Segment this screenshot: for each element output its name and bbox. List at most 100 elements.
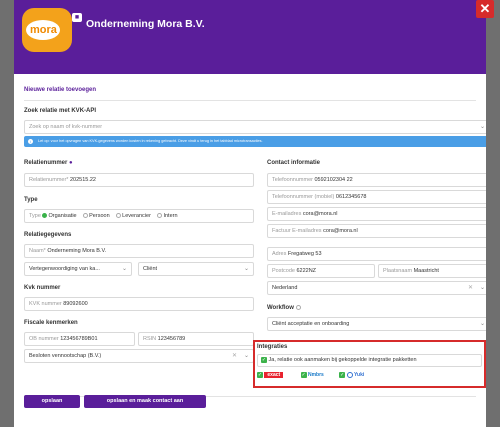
relatienummer-label: Relatienummer ● [24,160,73,166]
relatiegegevens-label: Relatiegegevens [24,232,72,238]
chevron-down-icon[interactable]: ⌄ [480,282,485,294]
ob-number-field[interactable]: OB nummer 123456789B01 [24,332,135,346]
chevron-down-icon[interactable]: ⌄ [122,263,127,275]
invoice-email-field[interactable]: Factuur E-mailadres cora@mora.nl [267,224,486,238]
yuki-logo: Yuki [353,372,365,379]
save-button[interactable]: opslaan [24,395,80,408]
address-field[interactable]: Adres Fregatweg 53 [267,247,486,261]
kvk-api-label: Zoek relatie met KVK-API [24,108,97,114]
modal-header: mora ■ Onderneming Mora B.V. [14,0,486,74]
radio-leverancier[interactable]: Leverancier [116,210,151,222]
address-prefix: Adres [272,251,287,257]
kvk-info-banner: i Let op: voor het opvragen van KVK-gege… [24,136,486,147]
integraties-section: Integraties ✓ Ja, relatie ook aanmaken b… [253,340,486,388]
rsin-value: 123456789 [157,336,186,342]
integraties-label: Integraties [257,344,288,350]
city-prefix: Plaatsnaam [383,268,413,274]
kvk-value: 89092600 [63,301,88,307]
city-field[interactable]: Plaatsnaam Maastricht [378,264,486,278]
address-value: Fregatweg 53 [287,251,322,257]
email-value: cora@mora.nl [302,211,338,217]
company-logo[interactable]: mora [22,8,72,52]
radio-checked-icon [42,213,48,219]
country-select[interactable]: Nederland ✕ ⌄ [267,281,486,295]
camera-icon[interactable]: ■ [72,13,82,22]
radio-empty-icon [83,213,89,219]
company-name: Onderneming Mora B.V. [86,18,205,30]
help-icon[interactable] [295,305,301,310]
relatienummer-field[interactable]: Relatienummer* 202515.22 [24,173,254,187]
radio-label: Persoon [89,213,110,219]
naam-prefix: Naam* [29,248,46,254]
client-type-select[interactable]: Cliënt ⌄ [138,262,254,276]
save-and-contact-button[interactable]: opslaan en maak contact aan [84,395,206,408]
ob-value: 123456789B01 [60,336,98,342]
client-type-value: Cliënt [143,266,158,272]
invoice-email-value: cora@mora.nl [323,228,358,234]
chevron-down-icon[interactable]: ⌄ [480,121,485,133]
postcode-prefix: Postcode [272,268,295,274]
chevron-down-icon[interactable]: ⌄ [244,263,249,275]
naam-field[interactable]: Naam* Onderneming Mora B.V. [24,244,254,258]
checkbox-checked-icon[interactable]: ✓ [257,372,263,378]
chevron-down-icon[interactable]: ⌄ [244,350,249,362]
workflow-select[interactable]: Cliënt acceptatie en onboarding ⌄ [267,317,486,331]
phone-prefix: Telefoonnummer [272,177,313,183]
radio-persoon[interactable]: Persoon [83,210,110,222]
type-prefix: Type [29,213,41,219]
postcode-field[interactable]: Postcode 6222NZ [267,264,375,278]
radio-organisatie[interactable]: Organisatie [42,210,77,222]
relatienummer-label-text: Relatienummer [24,160,68,166]
type-radio-group: Type Organisatie Persoon Leverancier Int… [24,209,254,223]
backdrop-left [0,0,14,427]
legal-form-select[interactable]: Besloten vennootschap (B.V.) ✕ ⌄ [24,349,254,363]
checkbox-checked-icon[interactable]: ✓ [261,356,267,363]
vertegenwoordiging-select[interactable]: Vertegenwoordiging van ka... ⌄ [24,262,132,276]
clear-icon[interactable]: ✕ [468,282,473,294]
mobile-prefix: Telefoonnummer (mobiel) [272,194,335,200]
radio-label: Leverancier [122,213,151,219]
email-prefix: E-mailadres [272,211,302,217]
phone-value: 0592102304 22 [314,177,353,183]
required-dot-icon: ● [69,160,73,166]
exact-logo: exact [264,372,284,379]
workflow-label: Workflow [267,305,301,311]
radio-label: Intern [163,213,178,219]
kvk-field[interactable]: KVK nummer 89092600 [24,297,254,311]
rsin-field[interactable]: RSIN 123456789 [138,332,254,346]
fiscale-label: Fiscale kenmerken [24,320,78,326]
kvk-prefix: KVK nummer [29,301,62,307]
yuki-logo-icon [346,372,353,378]
integraties-checkbox-row[interactable]: ✓ Ja, relatie ook aanmaken bij gekoppeld… [257,354,482,367]
kvk-search-input[interactable]: Zoek op naam of kvk-nummer ⌄ [24,120,486,134]
radio-empty-icon [157,213,163,219]
radio-intern[interactable]: Intern [157,210,178,222]
radio-label: Organisatie [48,213,77,219]
type-label: Type [24,197,38,203]
phone-field[interactable]: Telefoonnummer 0592102304 22 [267,173,486,187]
relatienummer-prefix: Relatienummer* [29,177,69,183]
backdrop-right [486,0,500,427]
clear-icon[interactable]: ✕ [232,350,237,362]
naam-value: Onderneming Mora B.V. [47,248,107,254]
integraties-checkbox-label: Ja, relatie ook aanmaken bij gekoppelde … [268,357,417,363]
kvk-info-text: Let op: voor het opvragen van KVK-gegeve… [38,139,263,143]
email-field[interactable]: E-mailadres cora@mora.nl [267,207,486,221]
ob-prefix: OB nummer [29,336,59,342]
checkbox-checked-icon[interactable]: ✓ [300,372,307,378]
workflow-value: Cliënt acceptatie en onboarding [272,321,350,327]
kvk-search-placeholder: Zoek op naam of kvk-nummer [29,124,103,130]
close-icon[interactable]: ✕ [476,0,494,18]
invoice-email-prefix: Factuur E-mailadres [272,228,322,234]
relatienummer-value: 202515.22 [69,177,96,183]
chevron-down-icon[interactable]: ⌄ [480,318,485,330]
checkbox-checked-icon[interactable]: ✓ [339,372,346,378]
city-value: Maastricht [413,268,439,274]
divider [24,100,476,101]
postcode-value: 6222NZ [296,268,317,274]
nmbrs-logo: Nmbrs [307,372,324,379]
kvk-label: Kvk nummer [24,285,61,291]
info-icon: i [28,139,33,144]
mobile-field[interactable]: Telefoonnummer (mobiel) 0612345678 [267,190,486,204]
country-value: Nederland [272,285,298,291]
